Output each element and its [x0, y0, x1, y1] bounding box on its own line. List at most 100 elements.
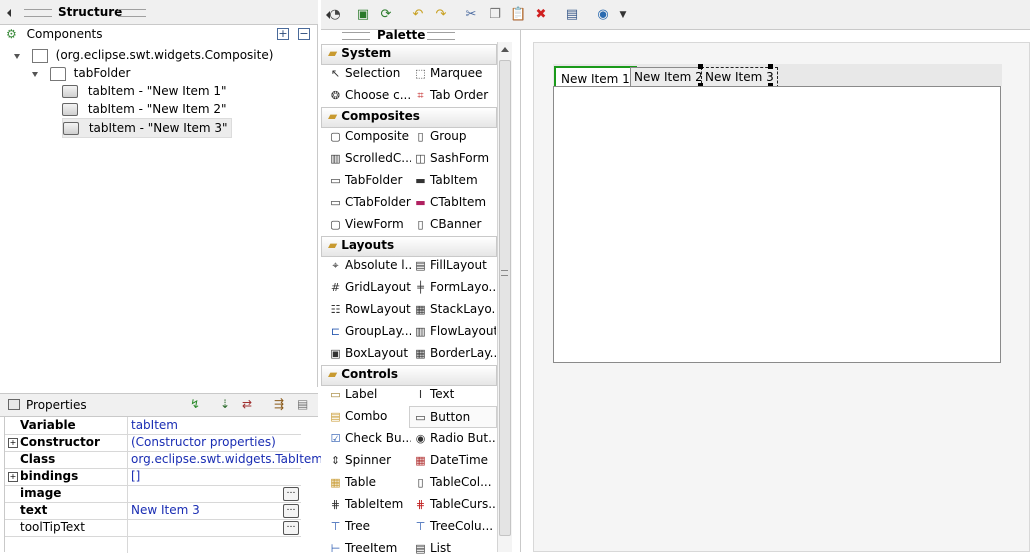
- menu-icon[interactable]: ▤: [297, 397, 308, 411]
- tabfolder-content-area[interactable]: [553, 86, 1001, 363]
- design-tab-2[interactable]: New Item 2: [630, 67, 707, 87]
- palette-item-datetime[interactable]: ▦ DateTime: [410, 450, 496, 470]
- delete-icon[interactable]: ✖: [533, 7, 549, 23]
- globe-icon[interactable]: ◉: [595, 7, 611, 23]
- property-row-bindings[interactable]: + bindings []: [5, 468, 301, 486]
- palette-item-sashform[interactable]: ◫ SashForm: [410, 148, 496, 168]
- property-row-text[interactable]: text New Item 3 …: [5, 502, 301, 520]
- cut-icon[interactable]: ✂: [463, 7, 479, 23]
- category-layouts[interactable]: ▰ Layouts: [321, 236, 497, 257]
- property-value[interactable]: (Constructor properties): [127, 434, 301, 451]
- palette-item-tab-order[interactable]: ⌗ Tab Order: [410, 85, 496, 105]
- scroll-up-arrow-icon[interactable]: [501, 47, 509, 52]
- expanded-triangle-icon[interactable]: [32, 72, 38, 77]
- drag-grip-icon[interactable]: [118, 9, 146, 17]
- palette-item-radio-button[interactable]: ◉ Radio But...: [410, 428, 496, 448]
- palette-item-grouplayout[interactable]: ⊏ GroupLay...: [325, 321, 411, 341]
- undo-icon[interactable]: ↶: [410, 7, 426, 23]
- design-tab-3[interactable]: New Item 3: [701, 67, 778, 88]
- palette-item-borderlayout[interactable]: ▦ BorderLay...: [410, 343, 496, 363]
- test-gui-icon[interactable]: ◔: [327, 7, 343, 23]
- palette-item-viewform[interactable]: ▢ ViewForm: [325, 214, 411, 234]
- redo-icon[interactable]: ↷: [433, 7, 449, 23]
- palette-item-ctabfolder[interactable]: ▭ CTabFolder: [325, 192, 411, 212]
- property-value[interactable]: []: [127, 468, 301, 485]
- palette-item-flowlayout[interactable]: ▥ FlowLayout: [410, 321, 496, 341]
- palette-item-combo[interactable]: ▤ Combo: [325, 406, 411, 426]
- tree-item-tabfolder[interactable]: tabFolder: [32, 64, 130, 82]
- palette-item-tablecolumn[interactable]: ▯ TableCol...: [410, 472, 496, 492]
- palette-item-table[interactable]: ▦ Table: [325, 472, 411, 492]
- property-value[interactable]: New Item 3: [127, 502, 301, 519]
- category-composites[interactable]: ▰ Composites: [321, 107, 497, 128]
- drag-grip-icon[interactable]: [427, 32, 455, 40]
- palette-item-tablecursor[interactable]: ⋕ TableCurs...: [410, 494, 496, 514]
- tabfolder-widget[interactable]: New Item 1 New Item 2 New Item 3: [553, 64, 1002, 92]
- property-row-class[interactable]: Class org.eclipse.swt.widgets.TabItem: [5, 451, 323, 469]
- palette-item-tree[interactable]: ⊤ Tree: [325, 516, 411, 536]
- property-row-constructor[interactable]: + Constructor (Constructor properties): [5, 434, 301, 452]
- expand-all-button[interactable]: +: [277, 28, 289, 40]
- drag-grip-icon[interactable]: [342, 32, 370, 40]
- property-row-tooltiptext[interactable]: toolTipText …: [5, 519, 301, 537]
- ellipsis-button[interactable]: …: [283, 487, 299, 501]
- palette-item-treeitem[interactable]: ⊢ TreeItem: [325, 538, 411, 558]
- palette-item-absolute-layout[interactable]: ⌖ Absolute l...: [325, 255, 411, 275]
- palette-item-selection[interactable]: ↖ Selection: [325, 63, 411, 83]
- collapse-all-button[interactable]: −: [298, 28, 310, 40]
- property-value[interactable]: org.eclipse.swt.widgets.TabItem: [127, 451, 323, 468]
- palette-item-list[interactable]: ▤ List: [410, 538, 496, 558]
- palette-item-tableitem[interactable]: ⋕ TableItem: [325, 494, 411, 514]
- property-row-variable[interactable]: Variable tabItem: [5, 417, 301, 435]
- tree-item-tabitem-1[interactable]: tabItem - "New Item 1": [62, 82, 227, 100]
- palette-item-filllayout[interactable]: ▤ FillLayout: [410, 255, 496, 275]
- palette-item-rowlayout[interactable]: ☷ RowLayout: [325, 299, 411, 319]
- palette-item-formlayout[interactable]: ╪ FormLayo...: [410, 277, 496, 297]
- collapse-arrow-icon[interactable]: [7, 9, 11, 17]
- paste-icon[interactable]: 📋: [510, 7, 526, 23]
- expand-plus-icon[interactable]: +: [8, 472, 18, 482]
- palette-item-cbanner[interactable]: ▯ CBanner: [410, 214, 496, 234]
- palette-item-button[interactable]: ▭ Button: [409, 406, 497, 428]
- palette-item-spinner[interactable]: ⇕ Spinner: [325, 450, 411, 470]
- palette-item-gridlayout[interactable]: # GridLayout: [325, 277, 411, 297]
- convert-local-icon[interactable]: ⇄: [242, 397, 252, 411]
- palette-item-text[interactable]: Ⅰ Text: [410, 384, 496, 404]
- advanced-properties-icon[interactable]: ⇶: [274, 397, 284, 411]
- expanded-triangle-icon[interactable]: [14, 54, 20, 59]
- palette-item-marquee[interactable]: ⬚ Marquee: [410, 63, 496, 83]
- tree-item-tabitem-3[interactable]: tabItem - "New Item 3": [62, 118, 232, 138]
- property-value[interactable]: [127, 519, 301, 536]
- palette-item-treecolumn[interactable]: ⊤ TreeColu...: [410, 516, 496, 536]
- palette-item-label[interactable]: ▭ Label: [325, 384, 411, 404]
- ellipsis-button[interactable]: …: [283, 504, 299, 518]
- tree-item-tabitem-2[interactable]: tabItem - "New Item 2": [62, 100, 227, 118]
- properties-view-icon[interactable]: ▤: [564, 7, 580, 23]
- palette-item-tabitem[interactable]: ▬ TabItem: [410, 170, 496, 190]
- property-row-image[interactable]: image …: [5, 485, 301, 503]
- tree-item-composite[interactable]: (org.eclipse.swt.widgets.Composite): [14, 46, 273, 64]
- drag-grip-icon[interactable]: [24, 9, 52, 17]
- refresh-icon[interactable]: ⟳: [378, 7, 394, 23]
- palette-item-tabfolder[interactable]: ▭ TabFolder: [325, 170, 411, 190]
- palette-item-stacklayout[interactable]: ▦ StackLayo...: [410, 299, 496, 319]
- palette-item-scrolledcomposite[interactable]: ▥ ScrolledC...: [325, 148, 411, 168]
- palette-item-composite[interactable]: ▢ Composite: [325, 126, 411, 146]
- selection-handle[interactable]: [768, 64, 773, 69]
- scrollbar-thumb[interactable]: [499, 60, 511, 536]
- expand-plus-icon[interactable]: +: [8, 438, 18, 448]
- goto-definition-icon[interactable]: ⇣: [220, 397, 230, 411]
- category-controls[interactable]: ▰ Controls: [321, 365, 497, 386]
- ellipsis-button[interactable]: …: [283, 521, 299, 535]
- chevron-down-icon[interactable]: ▼: [615, 7, 631, 23]
- property-value[interactable]: [127, 485, 301, 502]
- category-system[interactable]: ▰ System: [321, 44, 497, 65]
- selection-handle[interactable]: [698, 64, 703, 69]
- property-value[interactable]: tabItem: [127, 417, 301, 434]
- copy-icon[interactable]: ❐: [487, 7, 503, 23]
- switch-to-source-icon[interactable]: ▣: [355, 7, 371, 23]
- show-events-icon[interactable]: ↯: [190, 397, 200, 411]
- palette-item-boxlayout[interactable]: ▣ BoxLayout: [325, 343, 411, 363]
- palette-item-ctabitem[interactable]: ▬ CTabItem: [410, 192, 496, 212]
- palette-scrollbar[interactable]: [497, 42, 512, 552]
